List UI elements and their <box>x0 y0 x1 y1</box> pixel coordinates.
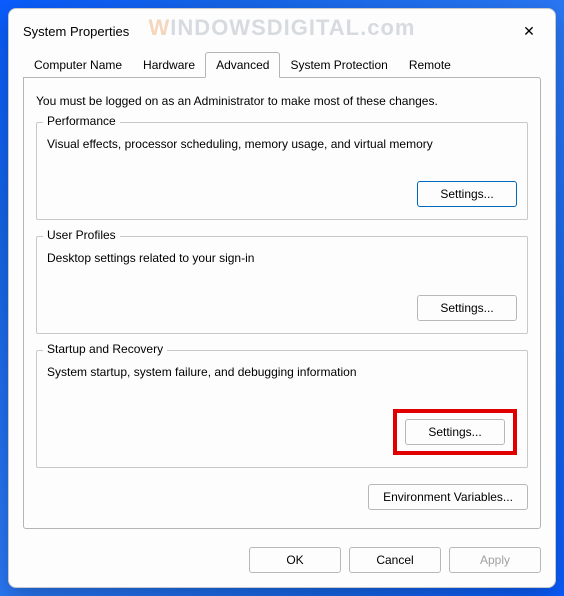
group-performance-desc: Visual effects, processor scheduling, me… <box>47 137 517 151</box>
group-performance-legend: Performance <box>43 114 120 128</box>
group-startup-recovery-desc: System startup, system failure, and debu… <box>47 365 517 379</box>
tab-system-protection[interactable]: System Protection <box>279 52 398 77</box>
tab-hardware[interactable]: Hardware <box>132 52 206 77</box>
group-startup-recovery: Startup and Recovery System startup, sys… <box>36 350 528 468</box>
performance-settings-button[interactable]: Settings... <box>417 181 517 207</box>
tab-computer-name[interactable]: Computer Name <box>23 52 133 77</box>
cancel-button[interactable]: Cancel <box>349 547 441 573</box>
titlebar: System Properties ✕ <box>9 9 555 51</box>
group-user-profiles-desc: Desktop settings related to your sign-in <box>47 251 517 265</box>
tab-advanced[interactable]: Advanced <box>205 52 280 78</box>
dialog-footer: OK Cancel Apply <box>9 541 555 587</box>
highlight-annotation: Settings... <box>393 409 517 455</box>
group-performance: Performance Visual effects, processor sc… <box>36 122 528 220</box>
tab-content-advanced: You must be logged on as an Administrato… <box>23 77 541 529</box>
window-title: System Properties <box>23 24 129 39</box>
env-row: Environment Variables... <box>36 484 528 510</box>
ok-button[interactable]: OK <box>249 547 341 573</box>
group-startup-recovery-legend: Startup and Recovery <box>43 342 167 356</box>
user-profiles-settings-button[interactable]: Settings... <box>417 295 517 321</box>
startup-recovery-settings-button[interactable]: Settings... <box>405 419 505 445</box>
group-user-profiles: User Profiles Desktop settings related t… <box>36 236 528 334</box>
group-user-profiles-legend: User Profiles <box>43 228 120 242</box>
tab-remote[interactable]: Remote <box>398 52 462 77</box>
system-properties-window: WINDOWSDIGITAL.com System Properties ✕ C… <box>8 8 556 588</box>
admin-note: You must be logged on as an Administrato… <box>36 94 528 108</box>
tab-row: Computer Name Hardware Advanced System P… <box>9 51 555 77</box>
environment-variables-button[interactable]: Environment Variables... <box>368 484 528 510</box>
apply-button: Apply <box>449 547 541 573</box>
close-icon[interactable]: ✕ <box>517 19 541 43</box>
